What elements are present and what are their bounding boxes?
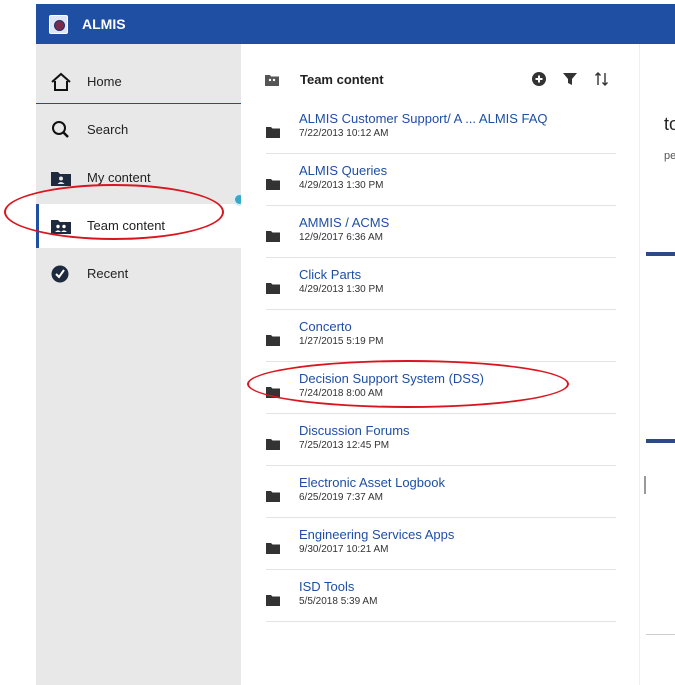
list-item[interactable]: Click Parts 4/29/2013 1:30 PM — [266, 258, 616, 310]
item-date: 7/22/2013 10:12 AM — [299, 128, 389, 139]
background-content-panel: to pen — [639, 44, 675, 685]
folder-icon — [266, 283, 280, 294]
folder-icon — [266, 179, 280, 190]
item-name: Decision Support System (DSS) — [299, 371, 484, 386]
sort-icon[interactable] — [594, 71, 610, 87]
folder-icon — [266, 543, 280, 554]
content-list: ALMIS Customer Support/ A ... ALMIS FAQ … — [266, 102, 616, 622]
search-icon — [52, 121, 69, 138]
folder-icon — [266, 491, 280, 502]
item-name: ISD Tools — [299, 579, 355, 594]
item-date: 7/25/2013 12:45 PM — [299, 440, 390, 451]
list-item[interactable]: Decision Support System (DSS) 7/24/2018 … — [266, 362, 616, 414]
item-name: Electronic Asset Logbook — [299, 475, 445, 490]
folder-icon — [266, 231, 280, 242]
item-name: Concerto — [299, 319, 352, 334]
item-date: 6/25/2019 7:37 AM — [299, 492, 383, 503]
item-name: ALMIS Customer Support/ A ... ALMIS FAQ — [299, 111, 548, 126]
divider — [646, 252, 675, 256]
item-date: 9/30/2017 10:21 AM — [299, 544, 389, 555]
item-name: ALMIS Queries — [299, 163, 388, 178]
folder-icon — [266, 127, 280, 138]
item-name: Engineering Services Apps — [299, 527, 455, 542]
sidebar-item-label: Team content — [87, 218, 166, 233]
folder-icon — [266, 439, 280, 450]
sidebar-item-my-content[interactable]: My content — [36, 156, 241, 200]
background-text: pen — [664, 150, 675, 162]
app-title: ALMIS — [82, 16, 126, 32]
seal-logo-icon — [49, 15, 68, 34]
item-name: Discussion Forums — [299, 423, 410, 438]
list-item[interactable]: ALMIS Queries 4/29/2013 1:30 PM — [266, 154, 616, 206]
item-date: 5/5/2018 5:39 AM — [299, 596, 378, 607]
panel-header: Team content — [265, 72, 615, 92]
item-date: 12/9/2017 6:36 AM — [299, 232, 383, 243]
sidebar-item-recent[interactable]: Recent — [36, 252, 241, 296]
sidebar-item-label: Search — [87, 122, 129, 137]
team-folder-icon — [51, 220, 71, 234]
team-folder-icon — [265, 75, 279, 86]
folder-icon — [266, 335, 280, 346]
team-content-panel: Team content ALMIS Customer Support/ A .… — [241, 44, 639, 685]
user-folder-icon — [51, 172, 71, 186]
folder-icon — [266, 387, 280, 398]
list-item[interactable]: AMMIS / ACMS 12/9/2017 6:36 AM — [266, 206, 616, 258]
sidebar-item-team-content[interactable]: Team content — [36, 204, 241, 248]
item-date: 4/29/2013 1:30 PM — [299, 284, 384, 295]
list-item[interactable]: ISD Tools 5/5/2018 5:39 AM — [266, 570, 616, 622]
home-icon — [51, 72, 71, 91]
item-date: 1/27/2015 5:19 PM — [299, 336, 384, 347]
sidebar-item-label: My content — [87, 170, 151, 185]
item-name: Click Parts — [299, 267, 362, 282]
sidebar: Home Search My content Team content Rece… — [36, 44, 241, 685]
background-heading: to — [664, 114, 675, 134]
item-name: AMMIS / ACMS — [299, 215, 390, 230]
folder-icon — [266, 595, 280, 606]
app-window: ALMIS Home Search My content Team conten… — [36, 4, 675, 685]
panel-title: Team content — [300, 72, 384, 87]
list-item[interactable]: Discussion Forums 7/25/2013 12:45 PM — [266, 414, 616, 466]
splitter-handle[interactable] — [644, 476, 646, 494]
top-bar: ALMIS — [36, 4, 675, 44]
sidebar-item-label: Home — [87, 74, 122, 89]
list-item[interactable]: Concerto 1/27/2015 5:19 PM — [266, 310, 616, 362]
divider — [646, 439, 675, 443]
list-item[interactable]: Electronic Asset Logbook 6/25/2019 7:37 … — [266, 466, 616, 518]
item-date: 4/29/2013 1:30 PM — [299, 180, 384, 191]
add-icon[interactable] — [531, 71, 547, 87]
list-item[interactable]: Engineering Services Apps 9/30/2017 10:2… — [266, 518, 616, 570]
divider — [646, 634, 675, 635]
sidebar-item-home[interactable]: Home — [36, 60, 241, 104]
item-date: 7/24/2018 8:00 AM — [299, 388, 383, 399]
filter-icon[interactable] — [562, 71, 578, 87]
sidebar-item-label: Recent — [87, 266, 129, 281]
clock-icon — [51, 265, 69, 283]
list-item[interactable]: ALMIS Customer Support/ A ... ALMIS FAQ … — [266, 102, 616, 154]
sidebar-item-search[interactable]: Search — [36, 108, 241, 152]
